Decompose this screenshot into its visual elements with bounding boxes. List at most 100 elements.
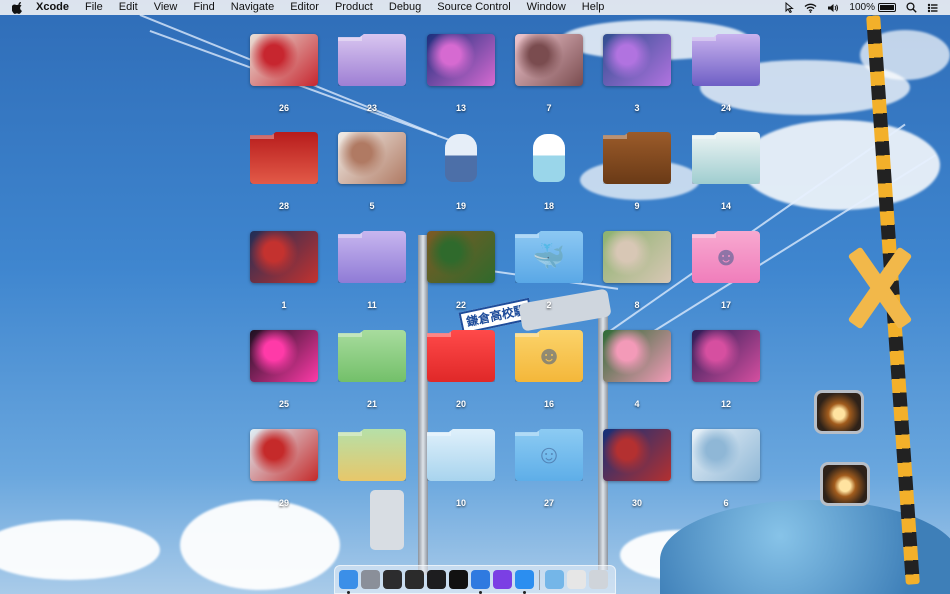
- desktop-item-label: 28: [278, 201, 289, 211]
- dash-icon[interactable]: [493, 570, 512, 589]
- desktop-item-label: 20: [455, 399, 466, 409]
- desktop-item-label: 5: [369, 201, 375, 211]
- desktop-folder-20[interactable]: 20: [421, 330, 501, 418]
- image-thumbnail: [250, 429, 318, 481]
- folder-icon: [338, 429, 406, 481]
- dino-icon: ☻: [535, 340, 563, 370]
- menu-source-control[interactable]: Source Control: [437, 0, 510, 15]
- image-thumbnail: [603, 34, 671, 86]
- desktop-folder-17[interactable]: ☻ 17: [686, 231, 766, 319]
- trash-icon[interactable]: [589, 570, 608, 589]
- desktop-item-label: 16: [543, 399, 554, 409]
- menu-edit[interactable]: Edit: [119, 0, 138, 15]
- volume-icon[interactable]: [827, 3, 839, 13]
- desktop-item-label: 1: [281, 300, 287, 310]
- battery-percent[interactable]: 100%: [849, 2, 875, 13]
- menu-app-name[interactable]: Xcode: [36, 0, 69, 15]
- desktop-folder[interactable]: [332, 429, 412, 517]
- desktop-file-8[interactable]: 8: [597, 231, 677, 319]
- desktop-file-12[interactable]: 12: [686, 330, 766, 418]
- menu-editor[interactable]: Editor: [290, 0, 319, 15]
- finder-icon[interactable]: [339, 570, 358, 594]
- image-thumbnail: [250, 34, 318, 86]
- desktop-file-22[interactable]: 22: [421, 231, 501, 319]
- desktop-item-label: 24: [720, 103, 731, 113]
- desktop-folder-10[interactable]: 10: [421, 429, 501, 517]
- desktop-item-label: 25: [278, 399, 289, 409]
- folder-icon: ☻: [692, 231, 760, 283]
- desktop-file-26[interactable]: 26: [244, 34, 324, 122]
- desktop-item-label: 26: [278, 103, 289, 113]
- desktop-file-5[interactable]: 5: [332, 132, 412, 220]
- desktop-item-label: 3: [634, 103, 640, 113]
- desktop-item-label: 6: [723, 498, 729, 508]
- battery-icon[interactable]: [878, 3, 896, 12]
- image-thumbnail: [250, 330, 318, 382]
- menu-debug[interactable]: Debug: [389, 0, 421, 15]
- desktop-file-3[interactable]: 3: [597, 34, 677, 122]
- folder-icon: [603, 132, 671, 184]
- desktop-item-label: 10: [455, 498, 466, 508]
- menu-navigate[interactable]: Navigate: [231, 0, 274, 15]
- desktop-file-30[interactable]: 30: [597, 429, 677, 517]
- desktop-folder-11[interactable]: 11: [332, 231, 412, 319]
- screenshot-folder-icon[interactable]: [545, 570, 564, 589]
- desktop-item-label: 23: [366, 103, 377, 113]
- desktop-file-29[interactable]: 29: [244, 429, 324, 517]
- desktop-file-25[interactable]: 25: [244, 330, 324, 418]
- desktop-item-label: 11: [367, 300, 377, 310]
- desktop-file-18[interactable]: 18: [509, 132, 589, 220]
- desktop-item-label: 2: [546, 300, 552, 310]
- menu-view[interactable]: View: [154, 0, 178, 15]
- control-center-icon[interactable]: [927, 3, 938, 13]
- console-icon[interactable]: [405, 570, 424, 589]
- image-thumbnail: [427, 34, 495, 86]
- folder-icon: [338, 330, 406, 382]
- folder-icon: [250, 132, 318, 184]
- menu-product[interactable]: Product: [335, 0, 373, 15]
- xcode-icon[interactable]: [471, 570, 490, 594]
- desktop-file-1[interactable]: 1: [244, 231, 324, 319]
- menu-help[interactable]: Help: [582, 0, 605, 15]
- dock: [334, 565, 616, 594]
- desktop-folder-9[interactable]: 9: [597, 132, 677, 220]
- menu-find[interactable]: Find: [193, 0, 214, 15]
- desktop-file-6[interactable]: 6: [686, 429, 766, 517]
- cursor-icon[interactable]: [785, 2, 795, 13]
- downloads-stack-icon[interactable]: [567, 570, 586, 589]
- activity-monitor-icon[interactable]: [427, 570, 446, 589]
- desktop-file-13[interactable]: 13: [421, 34, 501, 122]
- desktop-file-7[interactable]: 7: [509, 34, 589, 122]
- desktop-item-label: 22: [455, 300, 466, 310]
- safari-icon[interactable]: [515, 570, 534, 594]
- status-area: 100%: [775, 0, 938, 15]
- image-thumbnail: [427, 132, 495, 184]
- menu-window[interactable]: Window: [527, 0, 566, 15]
- desktop-file-4[interactable]: 4: [597, 330, 677, 418]
- menu-bar: Xcode File Edit View Find Navigate Edito…: [0, 0, 950, 15]
- launchpad-icon[interactable]: [361, 570, 380, 589]
- desktop-item-label: 9: [634, 201, 640, 211]
- apple-icon[interactable]: [12, 1, 26, 14]
- folder-icon: [427, 429, 495, 481]
- desktop-folder-21[interactable]: 21: [332, 330, 412, 418]
- desktop-folder-2[interactable]: 🐳 2: [509, 231, 589, 319]
- desktop-folder-23[interactable]: 23: [332, 34, 412, 122]
- desktop-folder-28[interactable]: 28: [244, 132, 324, 220]
- terminal-icon[interactable]: [449, 570, 468, 589]
- desktop-item-label: 14: [720, 201, 731, 211]
- desktop-folder-16[interactable]: ☻ 16: [509, 330, 589, 418]
- desktop-folder-27[interactable]: ☺ 27: [509, 429, 589, 517]
- image-thumbnail: [603, 231, 671, 283]
- desktop-folder-24[interactable]: 24: [686, 34, 766, 122]
- folder-icon: ☺: [515, 429, 583, 481]
- desktop-folder-14[interactable]: 14: [686, 132, 766, 220]
- mission-control-icon[interactable]: [383, 570, 402, 589]
- desktop-item-label: 19: [455, 201, 466, 211]
- image-thumbnail: [692, 330, 760, 382]
- menu-file[interactable]: File: [85, 0, 103, 15]
- character-sticker: [445, 134, 477, 182]
- desktop-file-19[interactable]: 19: [421, 132, 501, 220]
- wifi-icon[interactable]: [804, 3, 817, 13]
- search-icon[interactable]: [906, 2, 917, 13]
